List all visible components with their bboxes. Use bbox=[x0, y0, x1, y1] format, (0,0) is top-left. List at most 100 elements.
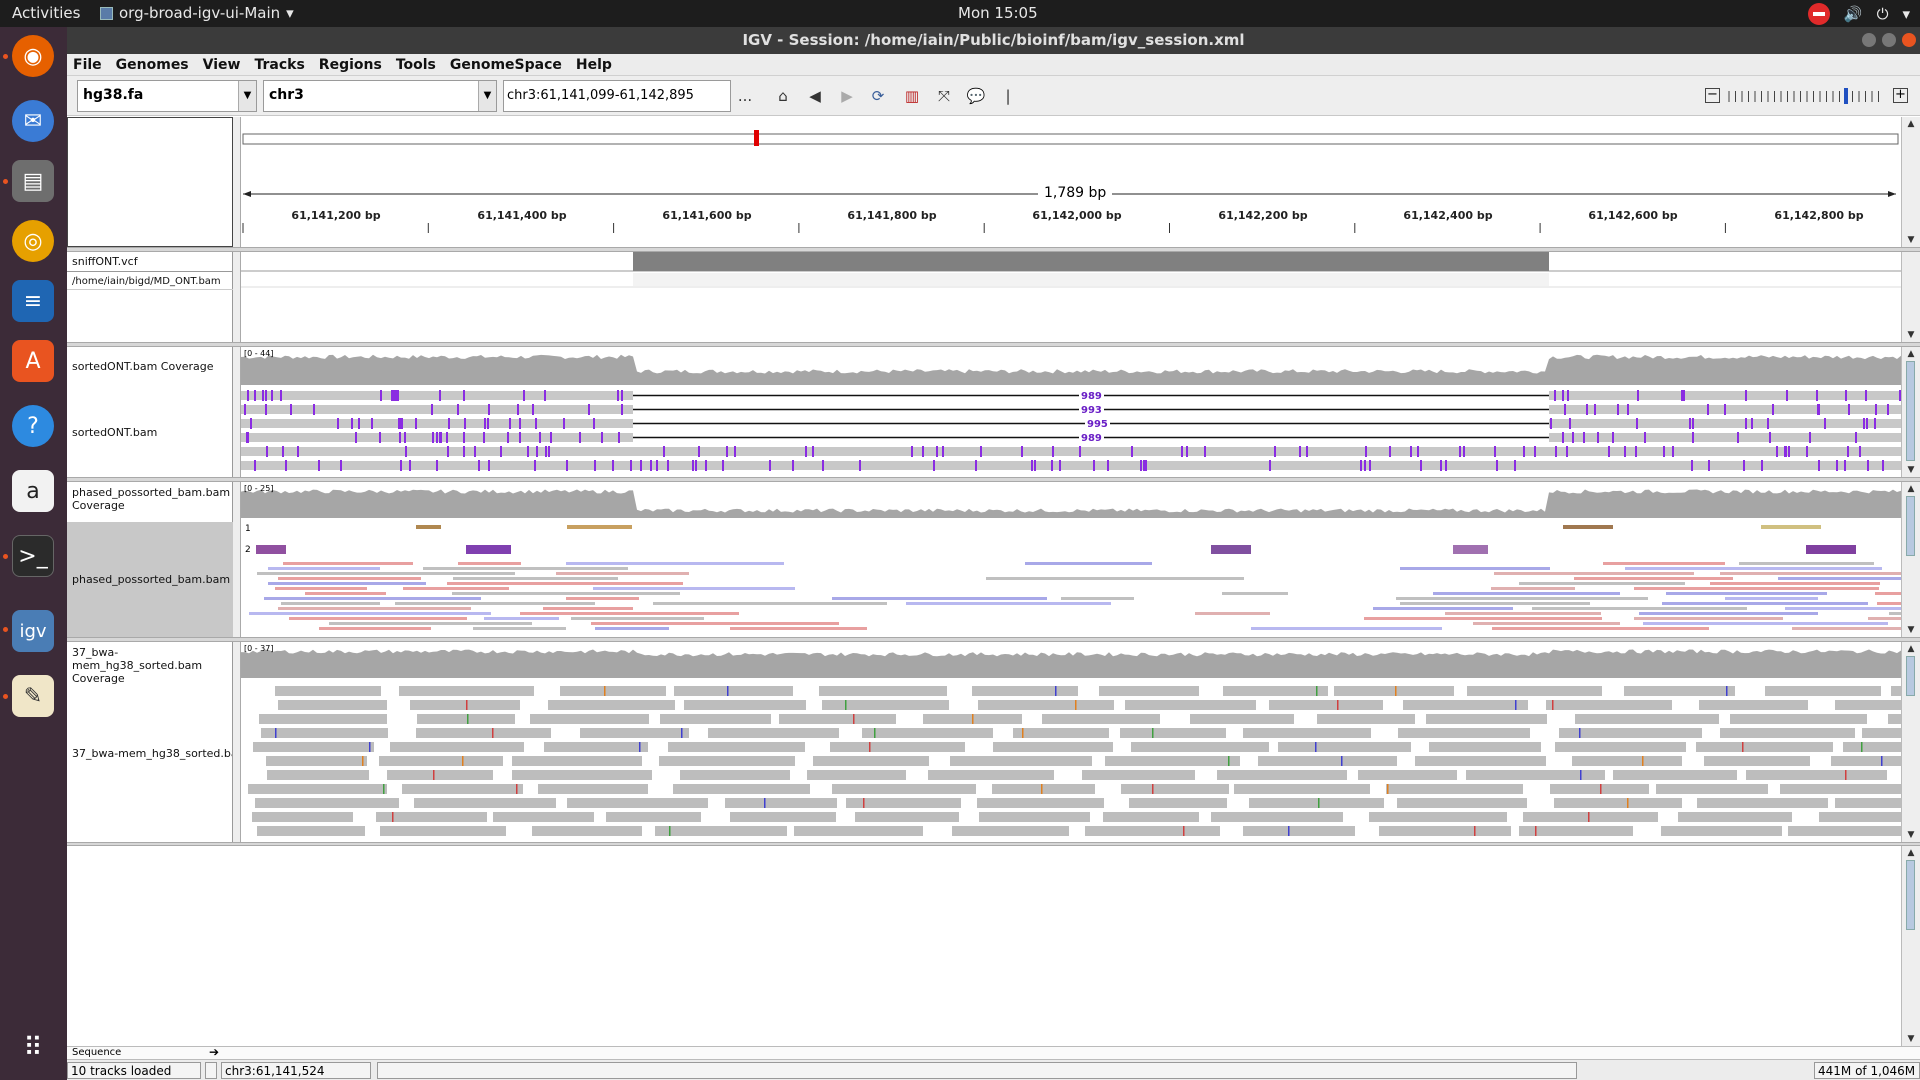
ruler-panel[interactable]: 1,789 bp 61,141,200 bp 61,141,400 bp 61,… bbox=[241, 117, 1901, 247]
insertion-marker bbox=[1816, 390, 1818, 401]
zoom-slider[interactable] bbox=[1727, 88, 1887, 104]
minimize-icon[interactable] bbox=[1862, 33, 1876, 47]
maximize-icon[interactable] bbox=[1882, 33, 1896, 47]
go-button[interactable]: ... bbox=[734, 86, 756, 106]
help-icon[interactable]: ? bbox=[12, 405, 54, 447]
phased-name-panel: phased_possorted_bam.bam Coverage phased… bbox=[67, 482, 233, 637]
insertion-marker bbox=[1865, 390, 1867, 401]
locus-input[interactable]: chr3:61,141,099-61,142,895 bbox=[503, 80, 731, 112]
track-name-vcf[interactable]: sniffONT.vcf bbox=[72, 255, 232, 268]
track-name-vcf-sample[interactable]: /home/iain/bigd/MD_ONT.bam bbox=[72, 275, 232, 288]
sorted-ont-scrollbar[interactable]: ▲ ▼ bbox=[1901, 347, 1920, 477]
activities-button[interactable]: Activities bbox=[12, 4, 80, 22]
scroll-down-icon[interactable]: ▼ bbox=[1905, 465, 1917, 475]
scroll-down-icon[interactable]: ▼ bbox=[1905, 625, 1917, 635]
track-name-sequence[interactable]: Sequence bbox=[72, 1047, 121, 1058]
panel-divider[interactable] bbox=[233, 347, 241, 477]
firefox-icon[interactable]: ◉ bbox=[12, 35, 54, 77]
amazon-icon[interactable]: a bbox=[12, 470, 54, 512]
popup-info-icon[interactable]: 💬 bbox=[965, 86, 987, 106]
feature-panel[interactable] bbox=[67, 846, 1901, 1046]
menu-file[interactable]: File bbox=[73, 57, 102, 73]
alignment-read bbox=[278, 700, 387, 710]
close-icon[interactable] bbox=[1902, 33, 1916, 47]
panel-divider[interactable] bbox=[233, 252, 241, 342]
genome-select[interactable]: hg38.fa ▼ bbox=[77, 80, 257, 112]
zoom-in-icon[interactable]: + bbox=[1893, 88, 1908, 103]
alignment-read bbox=[1624, 686, 1735, 696]
scroll-up-icon[interactable]: ▲ bbox=[1905, 119, 1917, 129]
writer-icon[interactable]: ≡ bbox=[12, 280, 54, 322]
thunderbird-icon[interactable]: ✉ bbox=[12, 100, 54, 142]
software-center-icon[interactable]: A bbox=[12, 340, 54, 382]
chevron-down-icon[interactable]: ▾ bbox=[1902, 5, 1910, 23]
files-icon[interactable]: ▤ bbox=[12, 160, 54, 202]
feature-scrollbar[interactable]: ▲ ▼ bbox=[1901, 846, 1920, 1046]
show-apps-icon[interactable]: ⠿ bbox=[12, 1027, 54, 1069]
chromosome-ideogram[interactable] bbox=[241, 117, 1901, 247]
chevron-down-icon[interactable]: ▼ bbox=[478, 81, 496, 111]
home-icon[interactable]: ⌂ bbox=[772, 86, 794, 106]
sorted-ont-track-area[interactable]: [0 - 44] 989 993 995 989 bbox=[241, 347, 1901, 477]
track-name-bwa[interactable]: 37_bwa-mem_hg38_sorted.bam bbox=[72, 747, 232, 760]
resize-to-window-icon[interactable]: ⤧ bbox=[933, 86, 955, 106]
menu-regions[interactable]: Regions bbox=[319, 57, 382, 73]
track-name-phased[interactable]: phased_possorted_bam.bam bbox=[72, 573, 232, 586]
scroll-up-icon[interactable]: ▲ bbox=[1905, 484, 1917, 494]
bwa-track-area[interactable]: [0 - 37] bbox=[241, 642, 1901, 842]
genome-value: hg38.fa bbox=[83, 87, 144, 103]
scroll-thumb[interactable] bbox=[1906, 496, 1915, 556]
phased-track-area[interactable]: [0 - 25] 1 2 bbox=[241, 482, 1901, 637]
menu-tracks[interactable]: Tracks bbox=[254, 57, 304, 73]
menu-help[interactable]: Help bbox=[576, 57, 612, 73]
app-menu[interactable]: org-broad-igv-ui-Main ▾ bbox=[100, 4, 294, 22]
rhythmbox-icon[interactable]: ◎ bbox=[12, 220, 54, 262]
do-not-disturb-icon[interactable] bbox=[1807, 3, 1830, 25]
strand-arrow-icon[interactable]: ➔ bbox=[209, 1045, 219, 1059]
panel-divider[interactable] bbox=[233, 117, 241, 247]
insertion-marker bbox=[942, 446, 944, 457]
insertion-marker bbox=[1809, 432, 1811, 443]
bwa-scrollbar[interactable]: ▲ ▼ bbox=[1901, 642, 1920, 842]
scroll-down-icon[interactable]: ▼ bbox=[1905, 830, 1917, 840]
zoom-out-icon[interactable]: − bbox=[1705, 88, 1720, 103]
track-name-bwa-coverage[interactable]: 37_bwa-mem_hg38_sorted.bam Coverage bbox=[72, 646, 232, 685]
insertion-marker bbox=[1143, 460, 1145, 471]
scroll-up-icon[interactable]: ▲ bbox=[1905, 848, 1917, 858]
volume-icon[interactable]: 🔊 bbox=[1844, 5, 1863, 23]
alignment-read bbox=[659, 756, 795, 766]
clock[interactable]: Mon 15:05 bbox=[958, 4, 1038, 22]
panel-divider[interactable] bbox=[233, 482, 241, 637]
vcf-scrollbar[interactable]: ▼ bbox=[1901, 252, 1920, 342]
track-name-sorted-coverage[interactable]: sortedONT.bam Coverage bbox=[72, 360, 232, 373]
power-icon[interactable]: ⏻ bbox=[1877, 5, 1889, 23]
menu-genomespace[interactable]: GenomeSpace bbox=[450, 57, 562, 73]
scroll-down-icon[interactable]: ▼ bbox=[1905, 330, 1917, 340]
scroll-thumb[interactable] bbox=[1906, 361, 1915, 461]
phased-scrollbar[interactable]: ▲ ▼ bbox=[1901, 482, 1920, 637]
scroll-thumb[interactable] bbox=[1906, 860, 1915, 930]
refresh-icon[interactable]: ⟳ bbox=[867, 86, 889, 106]
track-name-sorted[interactable]: sortedONT.bam bbox=[72, 426, 232, 439]
vcf-track-area[interactable] bbox=[241, 252, 1901, 342]
igv-icon[interactable]: igv bbox=[12, 610, 54, 652]
menu-view[interactable]: View bbox=[203, 57, 241, 73]
back-icon[interactable]: ◀ bbox=[804, 86, 826, 106]
chevron-down-icon[interactable]: ▼ bbox=[238, 81, 256, 111]
terminal-icon[interactable]: >_ bbox=[12, 535, 54, 577]
ruler-scrollbar[interactable]: ▲ ▼ bbox=[1901, 117, 1920, 247]
scroll-up-icon[interactable]: ▲ bbox=[1905, 349, 1917, 359]
menu-genomes[interactable]: Genomes bbox=[116, 57, 189, 73]
scroll-down-icon[interactable]: ▼ bbox=[1905, 1034, 1917, 1044]
scroll-up-icon[interactable]: ▲ bbox=[1905, 644, 1917, 654]
chromosome-select[interactable]: chr3 ▼ bbox=[263, 80, 497, 112]
text-editor-icon[interactable]: ✎ bbox=[12, 675, 54, 717]
scroll-thumb[interactable] bbox=[1906, 656, 1915, 696]
panel-divider[interactable] bbox=[233, 642, 241, 842]
forward-icon[interactable]: ▶ bbox=[836, 86, 858, 106]
track-name-phased-coverage[interactable]: phased_possorted_bam.bam Coverage bbox=[72, 486, 232, 512]
zoom-widget[interactable]: − + bbox=[1705, 86, 1910, 106]
scroll-down-icon[interactable]: ▼ bbox=[1905, 235, 1917, 245]
menu-tools[interactable]: Tools bbox=[396, 57, 436, 73]
region-of-interest-icon[interactable]: ▥ bbox=[901, 86, 923, 106]
